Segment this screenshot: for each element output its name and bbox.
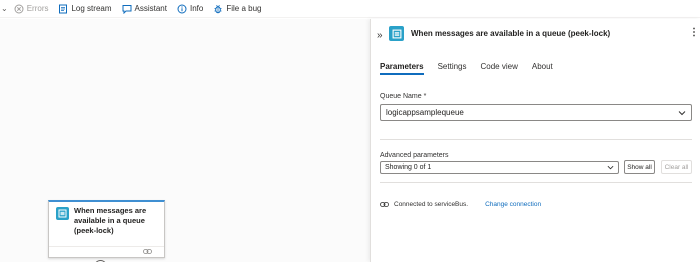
queue-name-label: Queue Name *: [380, 93, 427, 100]
file-a-bug-button[interactable]: File a bug: [213, 0, 261, 18]
log-stream-label: Log stream: [71, 4, 112, 13]
errors-label: Errors: [26, 4, 49, 13]
show-all-button[interactable]: Show all: [624, 160, 655, 174]
designer-toolbar: ⌄ Errors Log stream Assistant Info File …: [0, 0, 700, 18]
chevron-down-icon: [678, 111, 686, 116]
tab-settings[interactable]: Settings: [438, 62, 467, 75]
info-icon: [177, 4, 187, 13]
error-circle-icon: [14, 4, 24, 13]
collapse-panel-icon[interactable]: »: [377, 30, 383, 41]
log-stream-icon: [59, 4, 68, 13]
clear-all-button[interactable]: Clear all: [661, 160, 692, 174]
advanced-parameters-value: Showing 0 of 1: [385, 164, 432, 171]
designer-canvas[interactable]: When messages are available in a queue (…: [0, 19, 370, 262]
errors-button[interactable]: Errors: [14, 0, 49, 18]
chevron-down-icon: [607, 165, 614, 170]
panel-title: When messages are available in a queue (…: [411, 29, 611, 38]
divider: [380, 139, 692, 140]
trigger-node-footer: [49, 246, 164, 257]
link-icon: [380, 202, 389, 207]
queue-name-value: logicappsamplequeue: [386, 108, 464, 117]
service-bus-icon: [389, 26, 404, 41]
advanced-parameters-dropdown[interactable]: Showing 0 of 1: [380, 161, 619, 174]
info-label: Info: [189, 4, 204, 13]
panel-tabs: Parameters Settings Code view About: [380, 62, 567, 75]
queue-name-dropdown[interactable]: logicappsamplequeue: [380, 104, 692, 121]
chat-icon: [122, 4, 132, 14]
info-button[interactable]: Info: [177, 0, 203, 18]
trigger-details-panel: » When messages are available in a queue…: [370, 19, 700, 262]
bug-icon: [214, 4, 222, 13]
more-options-icon[interactable]: ⋮: [689, 27, 699, 38]
tab-parameters[interactable]: Parameters: [380, 62, 424, 75]
link-icon: [143, 249, 152, 254]
chevron-down-icon[interactable]: ⌄: [1, 4, 8, 13]
log-stream-button[interactable]: Log stream: [58, 0, 112, 18]
tab-code-view[interactable]: Code view: [481, 62, 518, 75]
change-connection-link[interactable]: Change connection: [485, 201, 541, 208]
divider: [380, 182, 692, 183]
file-a-bug-label: File a bug: [226, 4, 262, 13]
connection-status-text: Connected to serviceBus.: [394, 201, 469, 208]
connection-info: Connected to serviceBus. Change connecti…: [380, 201, 541, 208]
assistant-label: Assistant: [134, 4, 167, 13]
trigger-node-title: When messages are available in a queue (…: [74, 206, 147, 235]
advanced-parameters-label: Advanced parameters: [380, 152, 449, 159]
tab-about[interactable]: About: [532, 62, 553, 75]
assistant-button[interactable]: Assistant: [122, 0, 167, 18]
trigger-node-card[interactable]: When messages are available in a queue (…: [48, 200, 165, 258]
service-bus-icon: [56, 207, 69, 220]
